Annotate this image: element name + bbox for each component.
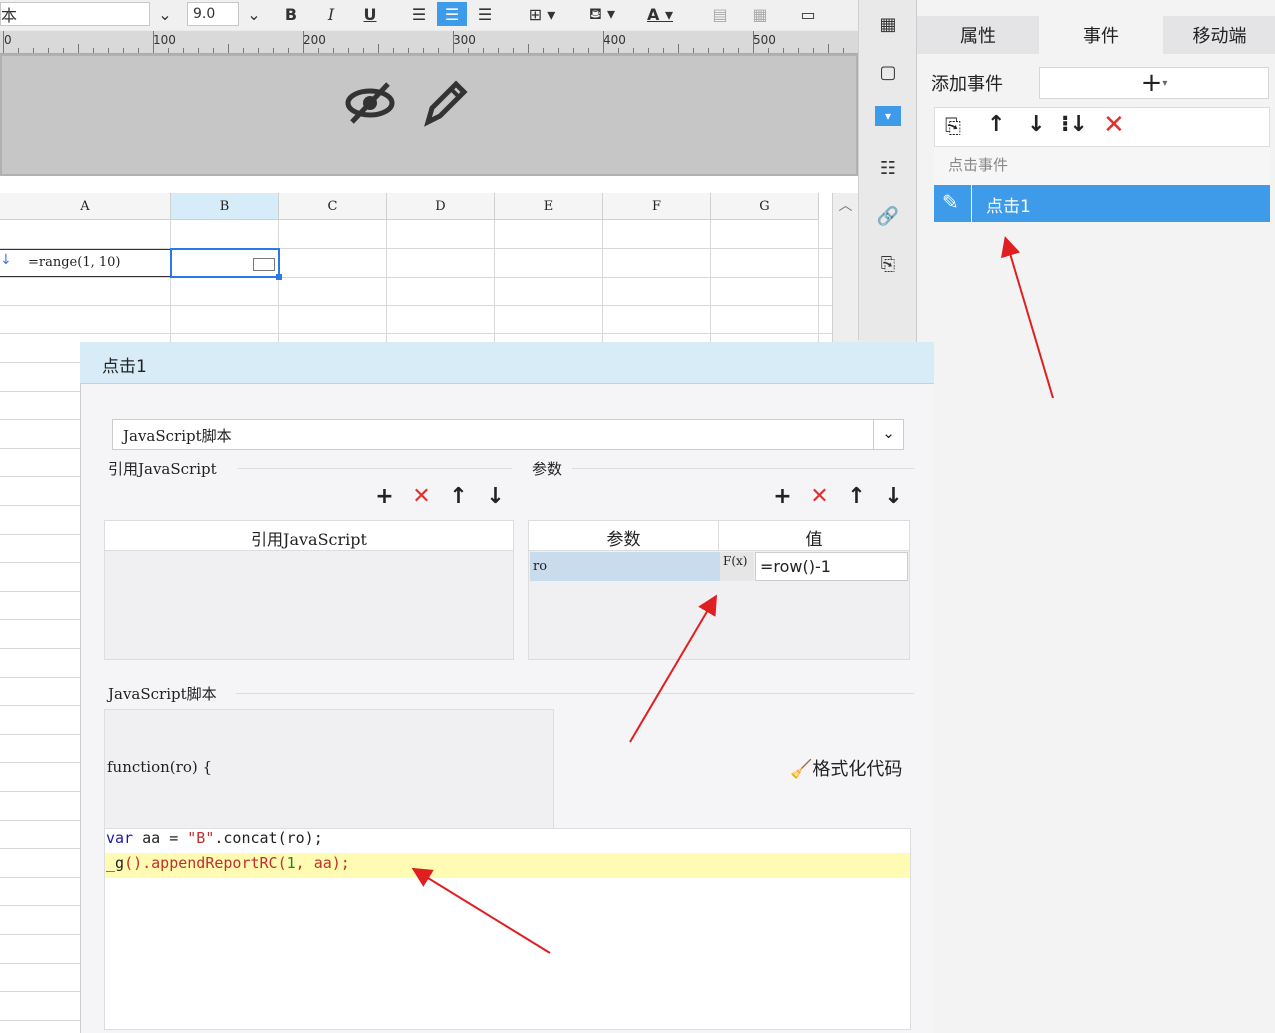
annotation-arrows	[411, 236, 1054, 954]
arrow-to-event	[1000, 236, 1054, 399]
arrow-to-code	[411, 867, 551, 954]
arrow-to-param	[629, 594, 718, 743]
